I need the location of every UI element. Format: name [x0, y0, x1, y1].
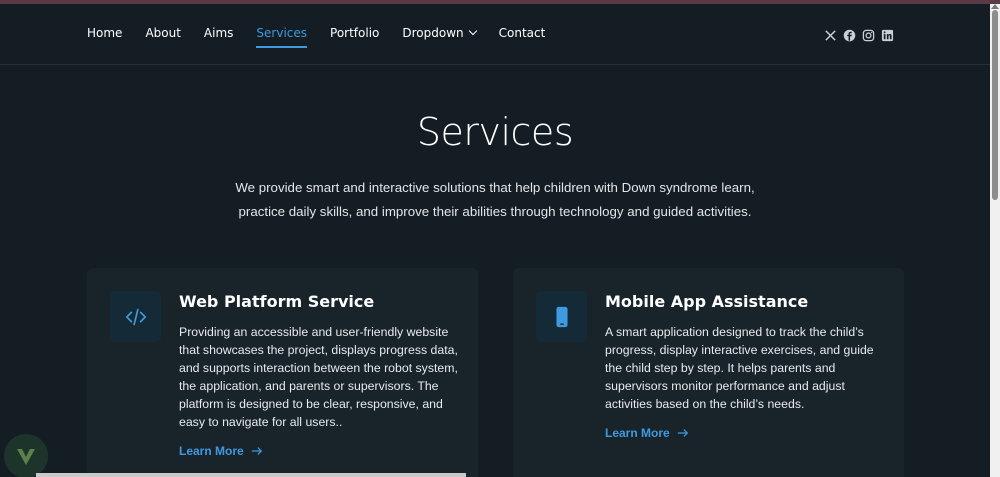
phone-icon	[536, 291, 587, 342]
nav-dropdown-label: Dropdown	[402, 26, 464, 40]
linkedin-icon[interactable]	[881, 27, 894, 42]
learn-more-link[interactable]: Learn More	[179, 444, 263, 458]
scroll-up-icon[interactable]	[991, 4, 999, 9]
learn-more-label: Learn More	[179, 444, 244, 458]
services-intro: We provide smart and interactive solutio…	[235, 180, 755, 219]
card-text: A smart application designed to track th…	[605, 325, 874, 411]
page: Home About Aims Services Portfolio Dropd…	[0, 4, 990, 477]
nav-about[interactable]: About	[145, 26, 180, 40]
main-nav: Home About Aims Services Portfolio Dropd…	[87, 26, 568, 48]
arrow-right-icon	[251, 447, 262, 455]
card-title: Web Platform Service	[179, 292, 375, 311]
instagram-icon[interactable]	[862, 27, 875, 42]
service-card-mobile: Mobile App Assistance A smart applicatio…	[513, 268, 904, 477]
facebook-icon[interactable]	[843, 27, 856, 42]
scrollbar[interactable]	[990, 4, 1000, 477]
service-card-web: Web Platform Service Providing an access…	[87, 268, 478, 477]
nav-contact[interactable]: Contact	[499, 26, 546, 40]
card-text: Providing an accessible and user-friendl…	[179, 325, 458, 429]
site-header: Home About Aims Services Portfolio Dropd…	[0, 4, 990, 65]
nav-dropdown[interactable]: Dropdown	[402, 26, 477, 40]
scrollbar-thumb[interactable]	[992, 10, 998, 200]
card-title: Mobile App Assistance	[605, 292, 809, 311]
learn-more-label: Learn More	[605, 426, 670, 440]
x-icon[interactable]	[824, 27, 837, 41]
nav-services[interactable]: Services	[256, 26, 307, 48]
chevron-down-icon	[468, 26, 477, 36]
nav-aims[interactable]: Aims	[204, 26, 233, 40]
bottom-overlay-bar	[36, 473, 466, 477]
arrow-right-icon	[677, 429, 688, 437]
code-icon	[110, 291, 161, 342]
nav-home[interactable]: Home	[87, 26, 122, 40]
social-links	[824, 27, 894, 42]
nav-portfolio[interactable]: Portfolio	[330, 26, 379, 40]
page-title: Services	[416, 110, 574, 154]
logo-badge-icon	[4, 434, 48, 477]
learn-more-link[interactable]: Learn More	[605, 426, 689, 440]
